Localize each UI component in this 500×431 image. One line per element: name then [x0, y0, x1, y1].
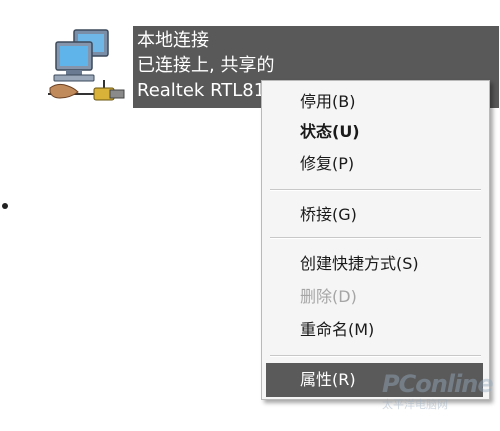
bullet-dot [2, 203, 8, 209]
watermark-logo: PConline 太平洋电脑网 [382, 370, 498, 418]
menu-item-status[interactable]: 状态(U) [268, 117, 483, 147]
menu-item-rename[interactable]: 重命名(M) [268, 315, 483, 345]
menu-item-bridge[interactable]: 桥接(G) [268, 200, 483, 230]
network-connection-icon[interactable] [44, 26, 130, 112]
menu-item-delete: 删除(D) [300, 287, 357, 306]
menu-item-create-shortcut[interactable]: 创建快捷方式(S) [268, 249, 483, 279]
connection-name: 本地连接 [137, 30, 209, 51]
watermark-main: PConline [382, 370, 494, 398]
menu-separator [270, 237, 481, 239]
menu-separator [270, 189, 481, 191]
menu-item-repair[interactable]: 修复(P) [268, 149, 483, 179]
connection-status: 已连接上, 共享的 [137, 55, 275, 76]
watermark-sub: 太平洋电脑网 [382, 398, 448, 411]
context-menu: 停用(B) 状态(U) 修复(P) 桥接(G) 创建快捷方式(S) 删除(D) … [261, 80, 490, 400]
menu-item-disable[interactable]: 停用(B) [268, 87, 483, 117]
menu-separator [270, 355, 481, 357]
desktop-area: 本地连接 已连接上, 共享的 Realtek RTL8139 停用(B) 状态(… [0, 0, 500, 431]
